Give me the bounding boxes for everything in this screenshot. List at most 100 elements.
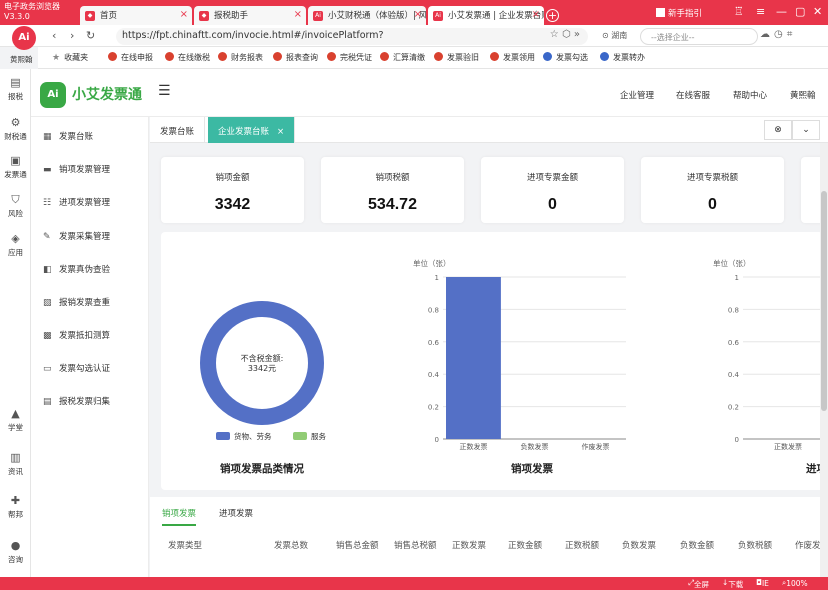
minimize-icon[interactable]: —	[776, 5, 787, 18]
tab-close-icon[interactable]: ×	[414, 9, 422, 20]
zoom-indicator[interactable]: ⌕ 100%	[782, 578, 808, 588]
sidebar-item-deduction[interactable]: ▩ 发票抵扣测算	[43, 329, 110, 341]
bookmark-label: 完税凭证	[340, 53, 372, 62]
sidebar-item-input-invoice[interactable]: ☷ 进项发票管理	[43, 196, 110, 208]
y-axis-label: 单位（张）	[413, 258, 451, 268]
download-button[interactable]: ↓ 下载	[722, 578, 743, 589]
bookmark-label: 汇算清缴	[393, 53, 425, 62]
browser-statusbar: ⤢ 全屏 ↓ 下载 ◘ IE ⌕ 100%	[0, 577, 828, 590]
bookmark-settlement[interactable]: 汇算清缴	[380, 52, 425, 63]
rail-item-invoice[interactable]: ▣ 发票通	[0, 155, 31, 180]
bookmark-online-declare[interactable]: 在线申报	[108, 52, 153, 63]
bookmark-label: 在线申报	[121, 53, 153, 62]
newbie-guide-button[interactable]: 新手指引	[656, 7, 702, 19]
rail-item-chat[interactable]: ● 咨询	[0, 540, 31, 565]
bookmark-invoice-check[interactable]: 发票验旧	[434, 52, 479, 63]
sidebar-item-label: 发票采集管理	[59, 232, 111, 242]
nav-help-center[interactable]: 帮助中心	[733, 89, 767, 101]
nav-online-service[interactable]: 在线客服	[676, 89, 710, 101]
browser-tab-fapiaotong[interactable]: Ai 小艾发票通 | 企业发票台账 ×	[428, 6, 544, 25]
tab-label: 小艾发票通 | 企业发票台账	[448, 11, 544, 21]
location-text: 湖南	[611, 31, 628, 40]
forward-icon[interactable]: ›	[70, 29, 74, 42]
tab-close-icon[interactable]: ×	[294, 9, 302, 20]
tab-close-icon[interactable]: ×	[180, 9, 188, 20]
cloud-icon[interactable]: ☁	[760, 29, 774, 40]
tab-dropdown-button[interactable]: ⌄	[792, 120, 820, 140]
nav-enterprise-management[interactable]: 企业管理	[620, 89, 654, 101]
bookmark-report-query[interactable]: 报表查询	[273, 52, 318, 63]
tab-input-invoices[interactable]: 进项发票	[219, 507, 253, 524]
tab-label: 企业发票台账	[218, 127, 270, 137]
pie-center-label: 不含税金额:	[241, 353, 284, 363]
rail-item-tax[interactable]: ▤ 报税	[0, 77, 31, 102]
browser-tab-caishuitong[interactable]: Ai 小艾财税通（体验版）| 风险 ×	[308, 6, 426, 25]
new-tab-button[interactable]: +	[546, 9, 559, 22]
bookmark-financial-report[interactable]: 财务报表	[218, 52, 263, 63]
sidebar-item-collect[interactable]: ✎ 发票采集管理	[43, 230, 110, 242]
maximize-icon[interactable]: ▢	[795, 5, 805, 18]
sidebar-item-ledger[interactable]: ▦ 发票台账	[43, 130, 93, 142]
sidebar-item-select-certify[interactable]: ▭ 发票勾选认证	[43, 362, 110, 374]
refresh-icon[interactable]: ↻	[86, 29, 95, 42]
tab-enterprise-invoice-ledger[interactable]: 企业发票台账 ×	[208, 117, 296, 143]
rail-item-risk[interactable]: ⛉ 风险	[0, 194, 31, 219]
tab-close-icon[interactable]: ×	[532, 9, 540, 20]
bookmark-invoice-select[interactable]: 发票勾选	[543, 52, 588, 63]
menu-icon[interactable]: ≡	[756, 5, 765, 18]
enterprise-select[interactable]: --选择企业--	[640, 28, 758, 45]
bookmark-label: 发票领用	[503, 53, 535, 62]
zoom-label: 100%	[786, 579, 808, 588]
rail-item-news[interactable]: ▥ 资讯	[0, 452, 31, 477]
x-tick-label: 正数发票	[460, 442, 488, 451]
bookmark-tax-certificate[interactable]: 完税凭证	[327, 52, 372, 63]
tab-favicon-icon: ◆	[199, 11, 209, 21]
nav-user-name[interactable]: 黄熙翰	[790, 89, 816, 101]
stat-card-partial	[801, 157, 820, 223]
rail-item-apps[interactable]: ◈ 应用	[0, 233, 31, 258]
engine-indicator[interactable]: ◘ IE	[756, 578, 769, 588]
bookmark-star-icon[interactable]: ☆	[550, 29, 559, 40]
app-logo[interactable]: Ai	[40, 82, 66, 108]
content-scrollbar[interactable]	[820, 143, 828, 577]
checkbox-icon: ▭	[43, 364, 52, 374]
scrollbar-thumb[interactable]	[821, 191, 827, 411]
url-input[interactable]: https://fpt.chinaftt.com/invocie.html#/i…	[116, 28, 588, 45]
sidebar-item-label: 发票勾选认证	[59, 364, 111, 374]
clock-icon[interactable]: ◷	[774, 29, 787, 40]
rail-item-finance[interactable]: ⚙ 财税通	[0, 117, 31, 142]
close-all-tabs-button[interactable]: ⊗	[764, 120, 792, 140]
back-icon[interactable]: ‹	[52, 29, 56, 42]
crop-icon[interactable]: ⌗	[787, 29, 797, 40]
invoice-check-icon	[434, 52, 443, 61]
browser-tab-tax-helper[interactable]: ◆ 报税助手 ×	[194, 6, 306, 25]
bookmark-favorites[interactable]: ★ 收藏夹	[52, 52, 88, 63]
tab-output-invoices[interactable]: 销项发票	[162, 507, 197, 526]
browser-tab-home[interactable]: ◆ 首页 ×	[80, 6, 192, 25]
col-invoice-count: 发票总数	[274, 541, 309, 551]
rail-label: 咨询	[8, 555, 23, 564]
sidebar-item-duplicate[interactable]: ▧ 报销发票查重	[43, 296, 110, 308]
hamburger-menu-icon[interactable]: ☰	[158, 83, 171, 99]
location-indicator[interactable]: ⊙ 湖南	[602, 30, 627, 41]
more-forward-icon[interactable]: »	[574, 29, 580, 40]
sidebar-item-archive[interactable]: ▤ 报税发票归集	[43, 395, 110, 407]
rail-item-school[interactable]: ▲ 学堂	[0, 408, 31, 433]
browser-logo-icon[interactable]: Ai	[12, 26, 36, 50]
tab-close-icon[interactable]: ×	[277, 127, 284, 137]
fullscreen-button[interactable]: ⤢ 全屏	[688, 578, 709, 589]
col-positive-amount: 正数金额	[508, 541, 543, 551]
sidebar-item-output-invoice[interactable]: ▬ 销项发票管理	[43, 163, 110, 175]
ledger-icon: ▦	[43, 132, 52, 142]
sidebar-item-verify[interactable]: ◧ 发票真伪查验	[43, 263, 110, 275]
tab-invoice-ledger[interactable]: 发票台账	[150, 117, 206, 143]
shirt-icon[interactable]: ♖	[734, 5, 744, 18]
bookmark-invoice-receive[interactable]: 发票领用	[490, 52, 535, 63]
close-window-icon[interactable]: ✕	[813, 5, 822, 18]
site-icon[interactable]: ⬡	[562, 29, 571, 40]
bookmark-online-pay[interactable]: 在线缴税	[165, 52, 210, 63]
rail-item-help[interactable]: ✚ 帮邦	[0, 495, 31, 520]
bookmark-invoice-transfer[interactable]: 发票转办	[600, 52, 645, 63]
report-query-icon	[273, 52, 282, 61]
stat-value: 0	[548, 196, 557, 213]
